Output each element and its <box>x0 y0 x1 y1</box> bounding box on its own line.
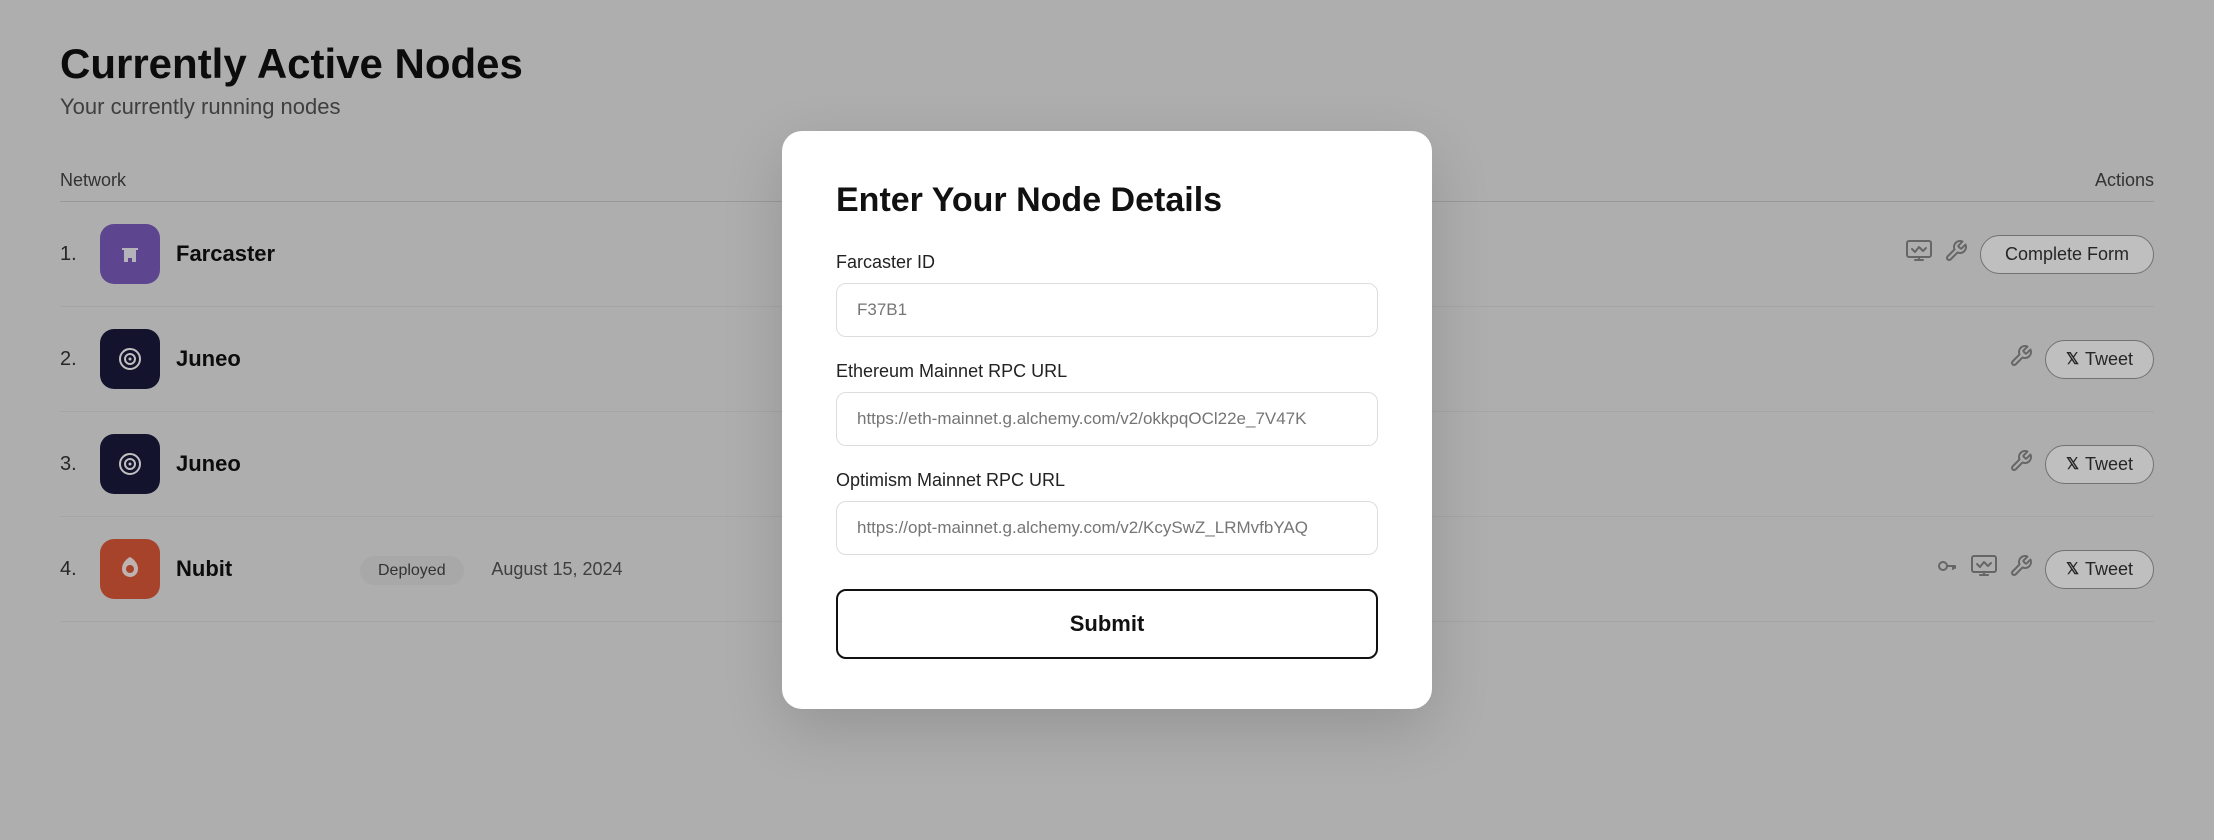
modal-title: Enter Your Node Details <box>836 181 1378 220</box>
farcaster-id-label: Farcaster ID <box>836 252 1378 273</box>
eth-rpc-group: Ethereum Mainnet RPC URL <box>836 361 1378 446</box>
opt-rpc-input[interactable] <box>836 501 1378 555</box>
modal-overlay[interactable]: Enter Your Node Details Farcaster ID Eth… <box>0 0 2214 840</box>
modal-dialog: Enter Your Node Details Farcaster ID Eth… <box>782 131 1432 709</box>
opt-rpc-label: Optimism Mainnet RPC URL <box>836 470 1378 491</box>
opt-rpc-group: Optimism Mainnet RPC URL <box>836 470 1378 555</box>
farcaster-id-group: Farcaster ID <box>836 252 1378 337</box>
submit-button[interactable]: Submit <box>836 589 1378 659</box>
eth-rpc-label: Ethereum Mainnet RPC URL <box>836 361 1378 382</box>
eth-rpc-input[interactable] <box>836 392 1378 446</box>
farcaster-id-input[interactable] <box>836 283 1378 337</box>
